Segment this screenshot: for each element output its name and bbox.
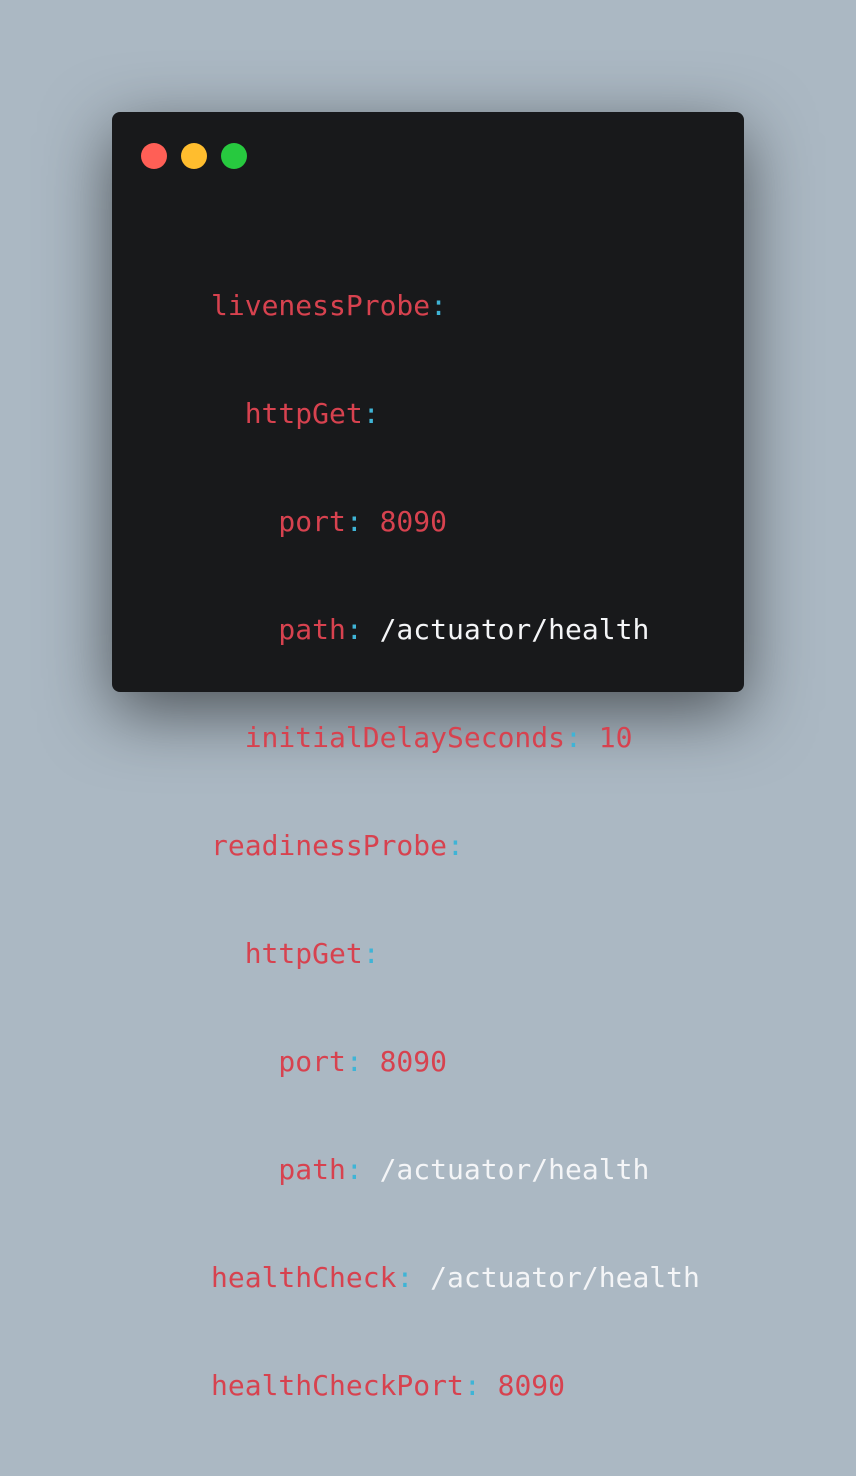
yaml-colon: : [362,397,380,430]
yaml-key: httpGet [244,397,363,430]
yaml-key: healthCheck [211,1261,397,1294]
yaml-key: livenessProbe [211,289,431,322]
yaml-colon: : [447,829,464,862]
code-line: httpGet: [211,396,700,432]
code-block: livenessProbe: httpGet: port: 8090 path:… [211,216,700,1476]
yaml-colon: : [463,1369,481,1402]
code-line: livenessProbe: [211,288,700,324]
code-line: path: /actuator/health [211,1152,700,1188]
yaml-key: path [278,1153,346,1186]
yaml-colon: : [345,1153,363,1186]
yaml-colon: : [345,505,363,538]
code-line: healthCheck: /actuator/health [211,1260,700,1296]
yaml-key: path [278,613,346,646]
yaml-value: 8090 [480,1369,566,1402]
yaml-value: 8090 [362,505,448,538]
maximize-dot-icon[interactable] [221,143,247,169]
yaml-key: initialDelaySeconds [244,721,565,754]
yaml-value: /actuator/health [362,613,650,646]
close-dot-icon[interactable] [141,143,167,169]
yaml-key: readinessProbe [211,829,448,862]
yaml-colon: : [565,721,582,754]
minimize-dot-icon[interactable] [181,143,207,169]
code-window: livenessProbe: httpGet: port: 8090 path:… [112,112,744,1402]
yaml-value: /actuator/health [413,1261,700,1294]
code-line: healthCheckPort: 8090 [211,1368,700,1404]
code-line: initialDelaySeconds: 10 [211,720,700,756]
yaml-key: port [278,1045,346,1078]
yaml-colon: : [345,613,363,646]
code-line: readinessProbe: [211,828,700,864]
yaml-value: 8090 [362,1045,448,1078]
code-line: port: 8090 [211,1044,700,1080]
yaml-value: 10 [581,721,633,754]
code-line: path: /actuator/health [211,612,700,648]
code-line: port: 8090 [211,504,700,540]
yaml-key: healthCheckPort [211,1369,464,1402]
yaml-key: httpGet [244,937,363,970]
code-line: httpGet: [211,936,700,972]
yaml-colon: : [362,937,380,970]
yaml-colon: : [396,1261,414,1294]
yaml-value: /actuator/health [362,1153,650,1186]
yaml-colon: : [430,289,448,322]
window-controls [141,143,247,169]
yaml-colon: : [345,1045,363,1078]
yaml-key: port [278,505,346,538]
